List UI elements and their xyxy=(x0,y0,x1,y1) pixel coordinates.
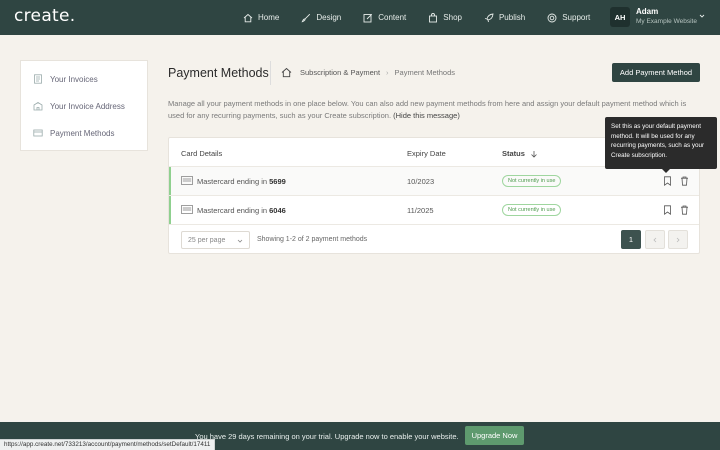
chevron-down-icon[interactable] xyxy=(699,13,705,19)
bookmark-icon[interactable] xyxy=(663,176,672,186)
header-divider xyxy=(270,61,271,85)
hide-message-link[interactable]: (Hide this message) xyxy=(393,111,460,120)
rocket-icon xyxy=(484,13,494,22)
column-header-card-details: Card Details xyxy=(181,149,223,158)
table-row: Mastercard ending in 6046 11/2025 Not cu… xyxy=(169,195,699,225)
sidebar-item-label: Your Invoices xyxy=(50,74,98,84)
status-badge: Not currently in use xyxy=(502,175,562,187)
home-icon xyxy=(243,13,253,22)
nav-shop-label: Shop xyxy=(443,13,462,22)
trash-icon[interactable] xyxy=(680,176,689,186)
sidebar-item-label: Payment Methods xyxy=(50,128,115,138)
nav-content[interactable]: Content xyxy=(363,13,406,23)
nav-design[interactable]: Design xyxy=(301,13,341,23)
account-info[interactable]: Adam My Example Website xyxy=(636,7,697,27)
column-header-expiry: Expiry Date xyxy=(407,149,446,158)
chevron-left-icon xyxy=(653,237,657,242)
column-header-status-label: Status xyxy=(502,149,525,158)
status-badge: Not currently in use xyxy=(502,204,562,216)
nav-design-label: Design xyxy=(316,13,342,22)
chevron-right-icon xyxy=(676,237,680,242)
nav-content-label: Content xyxy=(378,13,407,22)
create-logo[interactable]: create. xyxy=(14,6,75,26)
card-details: Mastercard ending in 6046 xyxy=(197,206,286,215)
upgrade-now-button[interactable]: Upgrade Now xyxy=(465,426,524,445)
table-row: Mastercard ending in 5699 10/2023 Not cu… xyxy=(169,166,699,196)
nav-publish[interactable]: Publish xyxy=(484,13,525,23)
credit-card-icon xyxy=(181,205,193,214)
page-button-current[interactable]: 1 xyxy=(621,230,641,249)
nav-shop[interactable]: Shop xyxy=(428,12,462,23)
sort-arrow-down-icon[interactable] xyxy=(530,150,538,158)
row-accent xyxy=(169,196,171,225)
lifebuoy-icon xyxy=(547,13,557,22)
home-icon[interactable] xyxy=(281,67,292,78)
credit-card-icon xyxy=(181,176,193,185)
account-menu[interactable]: AH Adam My Example Website xyxy=(610,7,705,27)
breadcrumb-subscription[interactable]: Subscription & Payment xyxy=(300,68,380,77)
sidebar-item-invoices[interactable]: Your Invoices xyxy=(33,74,98,84)
card-brand: Mastercard ending in xyxy=(197,206,268,215)
expiry-date: 10/2023 xyxy=(407,177,435,186)
pagination-summary: Showing 1-2 of 2 payment methods xyxy=(257,236,368,243)
next-page-button[interactable] xyxy=(668,230,688,249)
set-default-tooltip: Set this as your default payment method.… xyxy=(605,117,717,169)
per-page-select[interactable]: 25 per page xyxy=(181,231,250,249)
nav-support-label: Support xyxy=(562,13,591,22)
add-payment-method-button[interactable]: Add Payment Method xyxy=(612,63,700,82)
browser-status-url: https://app.create.net/733213/account/pa… xyxy=(0,439,216,450)
card-last4: 6046 xyxy=(269,206,286,215)
account-name: Adam xyxy=(636,7,659,16)
row-accent xyxy=(169,167,171,196)
card-last4: 5699 xyxy=(269,177,286,186)
main-nav: Home Design Content Shop Publish Support xyxy=(243,0,612,35)
building-icon xyxy=(33,102,43,111)
breadcrumb-current: Payment Methods xyxy=(394,68,455,77)
tooltip-arrow xyxy=(662,169,670,173)
breadcrumb: Subscription & Payment › Payment Methods xyxy=(281,67,455,78)
table-footer: 25 per page Showing 1-2 of 2 payment met… xyxy=(169,224,699,254)
chevron-down-icon xyxy=(237,239,243,243)
credit-card-icon xyxy=(33,129,43,137)
sidebar-item-invoice-address[interactable]: Your Invoice Address xyxy=(33,101,125,111)
avatar[interactable]: AH xyxy=(610,7,630,27)
nav-home[interactable]: Home xyxy=(243,13,279,23)
nav-home-label: Home xyxy=(258,13,280,22)
bookmark-icon[interactable] xyxy=(663,205,672,215)
shopping-bag-icon xyxy=(429,12,438,22)
card-brand: Mastercard ending in xyxy=(197,177,268,186)
page-title: Payment Methods xyxy=(168,66,269,80)
top-navigation-bar: create. Home Design Content Shop Publish… xyxy=(0,0,720,35)
column-header-status[interactable]: Status xyxy=(502,149,538,158)
previous-page-button[interactable] xyxy=(645,230,665,249)
trash-icon[interactable] xyxy=(680,205,689,215)
invoice-icon xyxy=(34,74,42,84)
breadcrumb-separator: › xyxy=(386,68,389,77)
card-details: Mastercard ending in 5699 xyxy=(197,177,286,186)
account-site: My Example Website xyxy=(636,18,697,25)
sidebar-item-payment-methods[interactable]: Payment Methods xyxy=(33,128,114,138)
nav-publish-label: Publish xyxy=(498,13,526,22)
account-sidebar: Your Invoices Your Invoice Address Payme… xyxy=(20,60,148,151)
expiry-date: 11/2025 xyxy=(407,206,434,215)
brush-icon xyxy=(301,13,311,22)
trial-message: You have 29 days remaining on your trial… xyxy=(195,432,459,441)
per-page-value: 25 per page xyxy=(188,236,226,244)
edit-icon xyxy=(363,13,373,22)
sidebar-item-label: Your Invoice Address xyxy=(50,101,125,111)
nav-support[interactable]: Support xyxy=(547,13,590,23)
